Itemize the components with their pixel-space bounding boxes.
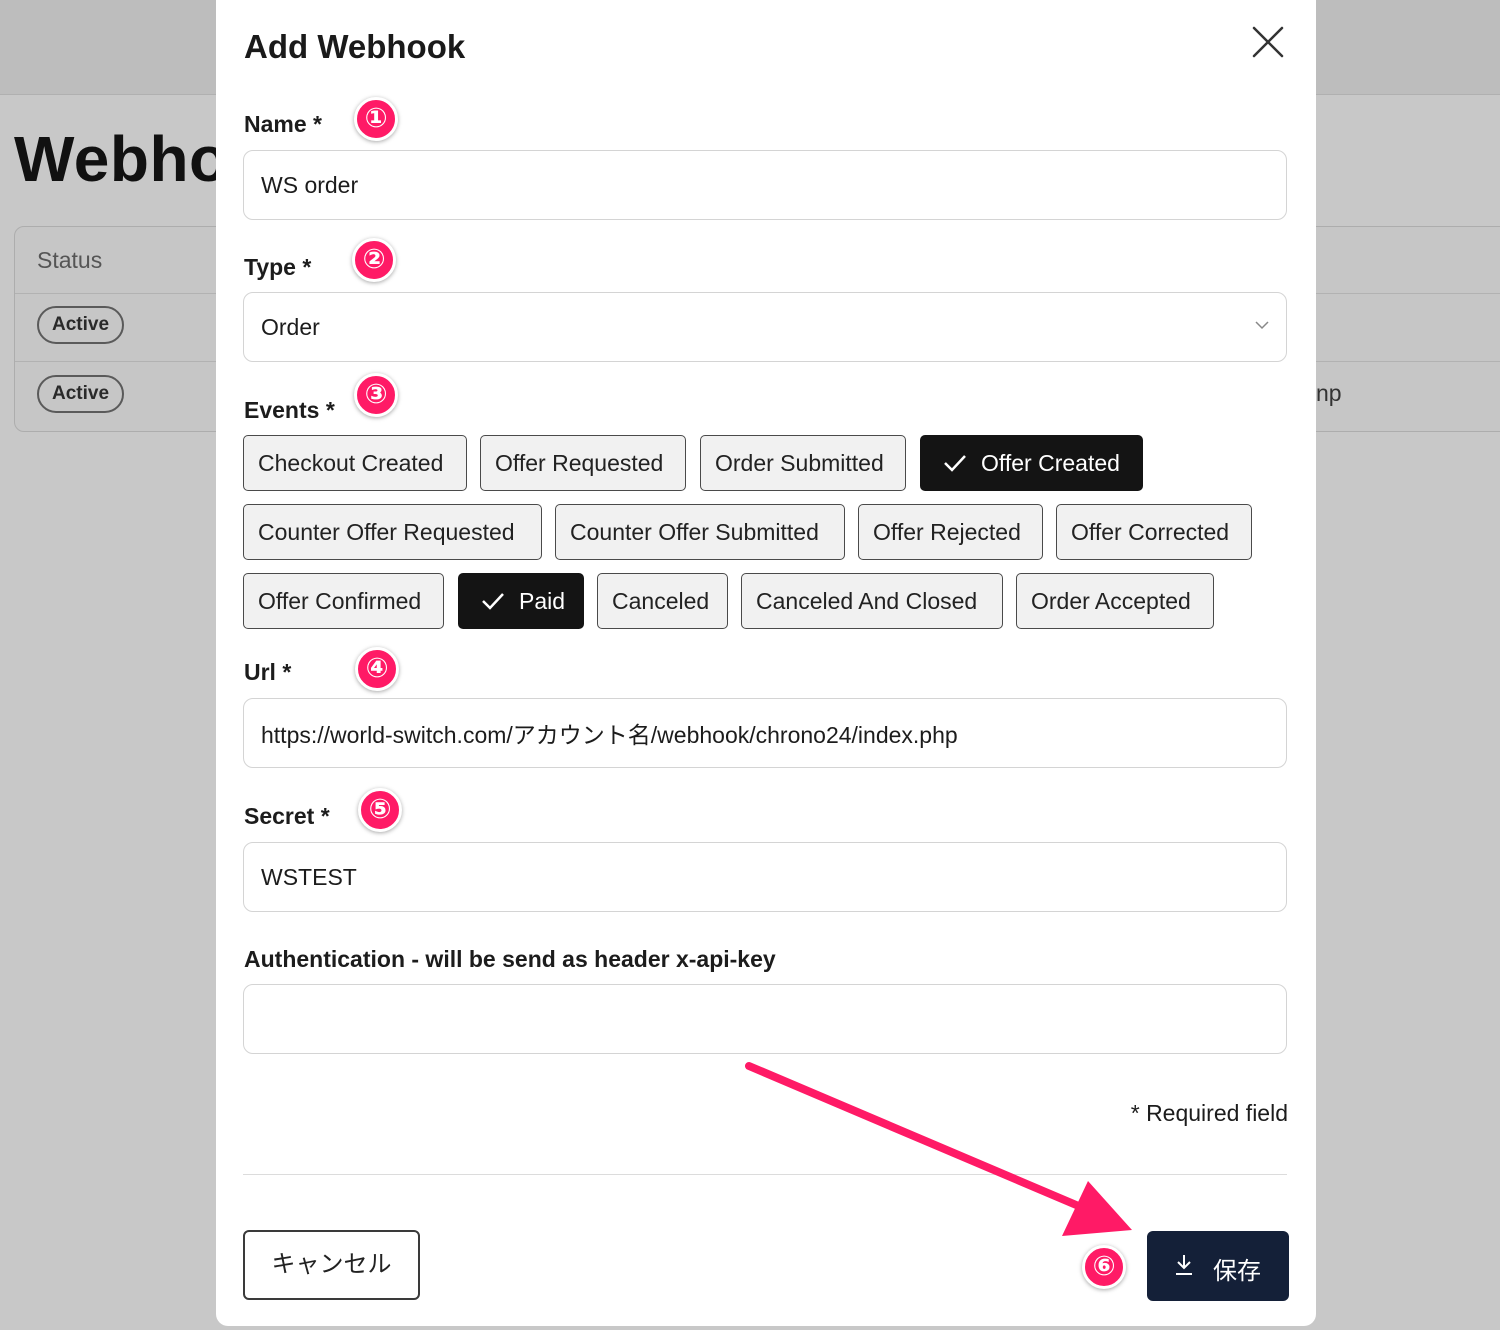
type-select-value: Order	[261, 314, 320, 340]
status-badge: Active	[37, 306, 125, 344]
event-chip-offer-requested[interactable]: Offer Requested	[480, 435, 686, 491]
name-input[interactable]	[243, 150, 1287, 220]
close-button[interactable]	[1250, 24, 1286, 60]
type-select[interactable]: Order	[243, 292, 1287, 362]
event-chip-counter-offer-requested[interactable]: Counter Offer Requested	[243, 504, 542, 560]
event-chip-label: Order Submitted	[715, 450, 884, 476]
chevron-down-icon	[1255, 321, 1269, 330]
event-chip-label: Canceled	[612, 588, 710, 614]
status-column-header: Status	[37, 247, 103, 273]
annotation-number-5: ⑤	[358, 788, 402, 832]
annotation-number-3: ③	[354, 373, 398, 417]
event-chip-label: Offer Corrected	[1071, 519, 1230, 545]
event-chip-label: Counter Offer Requested	[258, 519, 515, 545]
modal-title: Add Webhook	[244, 28, 466, 65]
url-input[interactable]	[243, 698, 1287, 768]
event-chip-label: Counter Offer Submitted	[570, 519, 819, 545]
required-field-note: * Required field	[1130, 1100, 1288, 1126]
annotation-number-6: ⑥	[1082, 1245, 1126, 1289]
annotation-number-1: ①	[354, 97, 398, 141]
event-chip-label: Offer Rejected	[873, 519, 1021, 545]
event-chip-order-submitted[interactable]: Order Submitted	[700, 435, 906, 491]
event-chip-offer-corrected[interactable]: Offer Corrected	[1056, 504, 1252, 560]
event-chip-canceled-and-closed[interactable]: Canceled And Closed	[741, 573, 1003, 629]
event-chip-label: Canceled And Closed	[756, 588, 978, 614]
annotation-number-2: ②	[352, 238, 396, 282]
checkmark-icon	[482, 593, 504, 610]
event-chip-offer-created[interactable]: Offer Created	[920, 435, 1143, 491]
event-chip-order-accepted[interactable]: Order Accepted	[1016, 573, 1214, 629]
download-icon	[1176, 1255, 1192, 1275]
close-icon	[1252, 26, 1284, 58]
checkmark-icon	[944, 455, 966, 472]
event-chip-offer-rejected[interactable]: Offer Rejected	[858, 504, 1043, 560]
save-button[interactable]: 保存	[1147, 1231, 1289, 1301]
event-chip-label: Paid	[519, 588, 566, 614]
event-chip-label: Offer Requested	[495, 450, 664, 476]
background-page-title: Webho	[14, 123, 229, 195]
authentication-label: Authentication - will be send as header …	[244, 946, 776, 972]
event-chip-label: Checkout Created	[258, 450, 444, 476]
event-chip-label: Offer Created	[981, 450, 1120, 476]
authentication-input[interactable]	[243, 984, 1287, 1054]
secret-input[interactable]	[243, 842, 1287, 912]
event-chip-paid[interactable]: Paid	[458, 573, 584, 629]
name-label: Name *	[244, 111, 322, 137]
url-label: Url *	[244, 659, 292, 685]
cancel-button[interactable]: キャンセル	[243, 1230, 420, 1300]
secret-label: Secret *	[244, 803, 330, 829]
event-chip-label: Order Accepted	[1031, 588, 1191, 614]
type-label: Type *	[244, 254, 312, 280]
event-chip-offer-confirmed[interactable]: Offer Confirmed	[243, 573, 444, 629]
add-webhook-modal: Add Webhook Name * ① Type * ② Order Even…	[216, 0, 1316, 1326]
event-chip-counter-offer-submitted[interactable]: Counter Offer Submitted	[555, 504, 845, 560]
events-label: Events *	[244, 397, 335, 423]
event-chip-canceled[interactable]: Canceled	[597, 573, 728, 629]
annotation-number-4: ④	[355, 647, 399, 691]
event-chip-label: Offer Confirmed	[258, 588, 422, 614]
event-chip-checkout-created[interactable]: Checkout Created	[243, 435, 467, 491]
footer-divider	[243, 1174, 1287, 1175]
save-button-label: 保存	[1213, 1258, 1261, 1285]
background-url-fragment: np	[1316, 380, 1342, 406]
status-badge: Active	[37, 375, 125, 413]
